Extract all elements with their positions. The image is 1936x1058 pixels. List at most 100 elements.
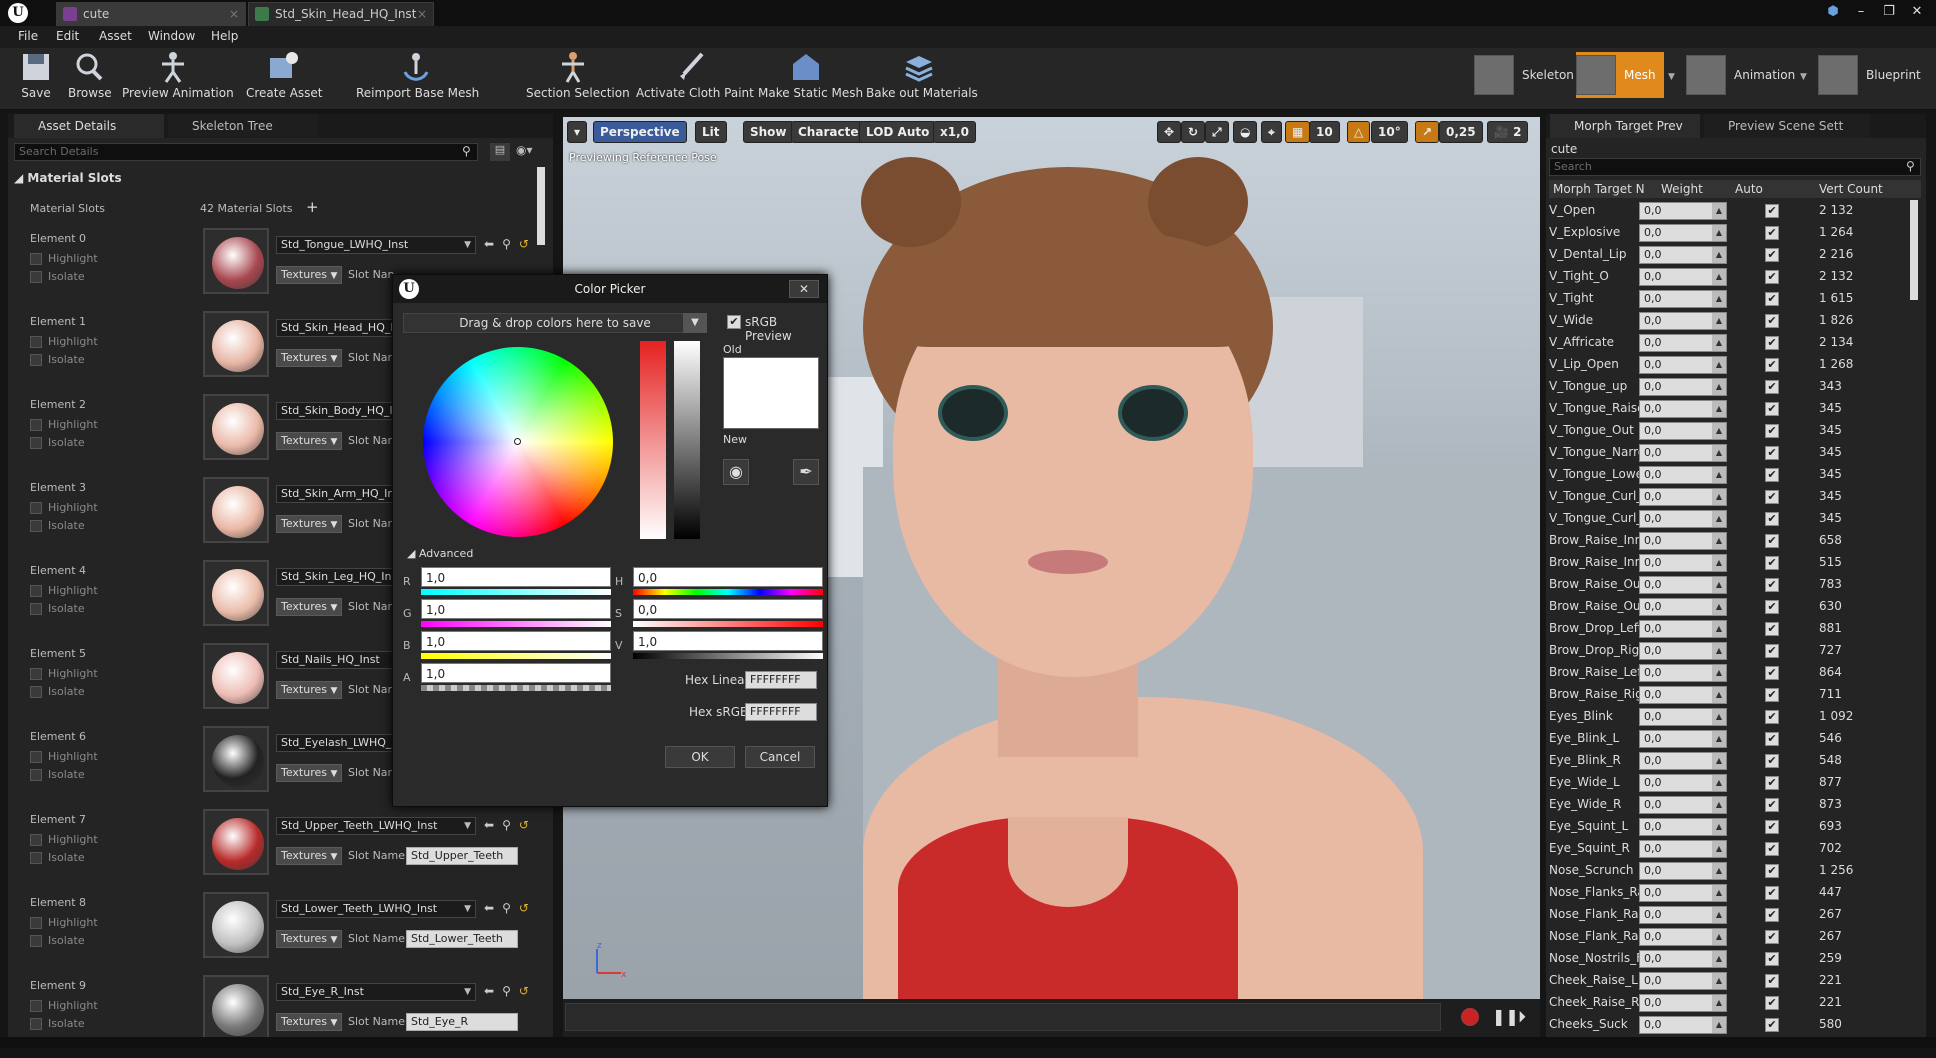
auto-checkbox[interactable]: ✔ (1765, 666, 1779, 680)
spin-arrow-icon[interactable]: ▲ (1712, 841, 1726, 857)
material-thumbnail[interactable] (203, 975, 269, 1041)
record-button[interactable] (1461, 1008, 1479, 1026)
maximize-button[interactable]: ❐ (1876, 2, 1902, 22)
auto-checkbox[interactable]: ✔ (1765, 644, 1779, 658)
close-icon[interactable]: × (229, 3, 239, 25)
auto-checkbox[interactable]: ✔ (1765, 776, 1779, 790)
scale-icon[interactable]: ⤢ (1205, 121, 1229, 143)
auto-checkbox[interactable]: ✔ (1765, 204, 1779, 218)
highlight-checkbox[interactable] (30, 419, 42, 431)
auto-checkbox[interactable]: ✔ (1765, 710, 1779, 724)
eyedropper-icon[interactable]: ✒ (793, 459, 819, 485)
spin-arrow-icon[interactable]: ▲ (1712, 775, 1726, 791)
green-input[interactable]: 1,0 (421, 599, 611, 619)
weight-input[interactable]: 0,0 ▲ (1639, 752, 1727, 770)
spin-arrow-icon[interactable]: ▲ (1712, 291, 1726, 307)
weight-input[interactable]: 0,0 ▲ (1639, 884, 1727, 902)
material-combo[interactable]: Std_Upper_Teeth_LWHQ_Inst ▼ (276, 817, 476, 835)
weight-input[interactable]: 0,0 ▲ (1639, 268, 1727, 286)
mode-mesh-button[interactable]: Mesh (1576, 52, 1664, 98)
pause-button[interactable]: ❚❚ (1492, 1007, 1519, 1026)
spin-arrow-icon[interactable]: ▲ (1712, 555, 1726, 571)
material-combo[interactable]: Std_Lower_Teeth_LWHQ_Inst ▼ (276, 900, 476, 918)
weight-input[interactable]: 0,0 ▲ (1639, 950, 1727, 968)
step-forward-button[interactable]: ⏵ (1518, 1007, 1526, 1027)
weight-input[interactable]: 0,0 ▲ (1639, 334, 1727, 352)
scale-snap-value[interactable]: 0,25 (1439, 121, 1483, 143)
spin-arrow-icon[interactable]: ▲ (1712, 489, 1726, 505)
weight-input[interactable]: 0,0 ▲ (1639, 202, 1727, 220)
browse-icon[interactable]: ⚲ (502, 984, 511, 998)
rotation-snap-icon[interactable]: △ (1347, 121, 1371, 143)
textures-button[interactable]: Textures ▼ (276, 930, 342, 948)
spin-arrow-icon[interactable]: ▲ (1712, 379, 1726, 395)
auto-checkbox[interactable]: ✔ (1765, 600, 1779, 614)
use-selected-icon[interactable]: ⬅ (484, 901, 494, 915)
use-selected-icon[interactable]: ⬅ (484, 818, 494, 832)
auto-checkbox[interactable]: ✔ (1765, 622, 1779, 636)
blue-input[interactable]: 1,0 (421, 631, 611, 651)
textures-button[interactable]: Textures ▼ (276, 847, 342, 865)
textures-button[interactable]: Textures ▼ (276, 515, 342, 533)
weight-input[interactable]: 0,0 ▲ (1639, 532, 1727, 550)
auto-checkbox[interactable]: ✔ (1765, 820, 1779, 834)
weight-input[interactable]: 0,0 ▲ (1639, 862, 1727, 880)
isolate-checkbox[interactable] (30, 520, 42, 532)
auto-checkbox[interactable]: ✔ (1765, 402, 1779, 416)
chevron-down-icon[interactable]: ▼ (683, 313, 707, 333)
auto-checkbox[interactable]: ✔ (1765, 842, 1779, 856)
spin-arrow-icon[interactable]: ▲ (1712, 269, 1726, 285)
weight-input[interactable]: 0,0 ▲ (1639, 686, 1727, 704)
menu-file[interactable]: File (18, 29, 38, 43)
material-combo[interactable]: Std_Tongue_LWHQ_Inst ▼ (276, 236, 476, 254)
isolate-checkbox[interactable] (30, 935, 42, 947)
material-thumbnail[interactable] (203, 643, 269, 709)
green-gradient[interactable] (421, 621, 611, 627)
tab-morph-target-preview[interactable]: Morph Target Prev (1550, 114, 1700, 138)
menu-help[interactable]: Help (211, 29, 238, 43)
spin-arrow-icon[interactable]: ▲ (1712, 203, 1726, 219)
textures-button[interactable]: Textures ▼ (276, 432, 342, 450)
material-thumbnail[interactable] (203, 560, 269, 626)
auto-checkbox[interactable]: ✔ (1765, 996, 1779, 1010)
perspective-button[interactable]: Perspective (593, 121, 687, 143)
textures-button[interactable]: Textures ▼ (276, 266, 342, 284)
weight-input[interactable]: 0,0 ▲ (1639, 466, 1727, 484)
hex-linear-input[interactable]: FFFFFFFF (745, 671, 817, 689)
scale-snap-icon[interactable]: ↗ (1415, 121, 1440, 143)
auto-checkbox[interactable]: ✔ (1765, 578, 1779, 592)
add-icon[interactable]: + (306, 198, 319, 216)
isolate-checkbox[interactable] (30, 686, 42, 698)
material-thumbnail[interactable] (203, 892, 269, 958)
translate-icon[interactable]: ✥ (1157, 121, 1182, 143)
color-wheel-mode-icon[interactable]: ◉ (723, 459, 749, 485)
close-icon[interactable]: × (417, 3, 427, 25)
spin-arrow-icon[interactable]: ▲ (1712, 797, 1726, 813)
spin-arrow-icon[interactable]: ▲ (1712, 401, 1726, 417)
reset-icon[interactable]: ↺ (519, 901, 529, 915)
spin-arrow-icon[interactable]: ▲ (1712, 951, 1726, 967)
auto-checkbox[interactable]: ✔ (1765, 490, 1779, 504)
weight-input[interactable]: 0,0 ▲ (1639, 576, 1727, 594)
textures-button[interactable]: Textures ▼ (276, 598, 342, 616)
auto-checkbox[interactable]: ✔ (1765, 270, 1779, 284)
weight-input[interactable]: 0,0 ▲ (1639, 246, 1727, 264)
auto-checkbox[interactable]: ✔ (1765, 336, 1779, 350)
spin-arrow-icon[interactable]: ▲ (1712, 731, 1726, 747)
red-gradient[interactable] (421, 589, 611, 595)
morph-search-input[interactable]: Search (1549, 158, 1921, 176)
weight-input[interactable]: 0,0 ▲ (1639, 378, 1727, 396)
rotation-snap-value[interactable]: 10° (1371, 121, 1408, 143)
ok-button[interactable]: OK (665, 746, 735, 768)
spin-arrow-icon[interactable]: ▲ (1712, 335, 1726, 351)
tab-asset-details[interactable]: Asset Details (14, 114, 164, 138)
spin-arrow-icon[interactable]: ▲ (1712, 621, 1726, 637)
weight-input[interactable]: 0,0 ▲ (1639, 642, 1727, 660)
notification-icon[interactable]: ⬢ (1820, 2, 1846, 22)
auto-checkbox[interactable]: ✔ (1765, 468, 1779, 482)
section-selection-button[interactable]: Section Selection (526, 50, 630, 108)
auto-checkbox[interactable]: ✔ (1765, 292, 1779, 306)
menu-asset[interactable]: Asset (99, 29, 132, 43)
weight-input[interactable]: 0,0 ▲ (1639, 598, 1727, 616)
auto-checkbox[interactable]: ✔ (1765, 534, 1779, 548)
